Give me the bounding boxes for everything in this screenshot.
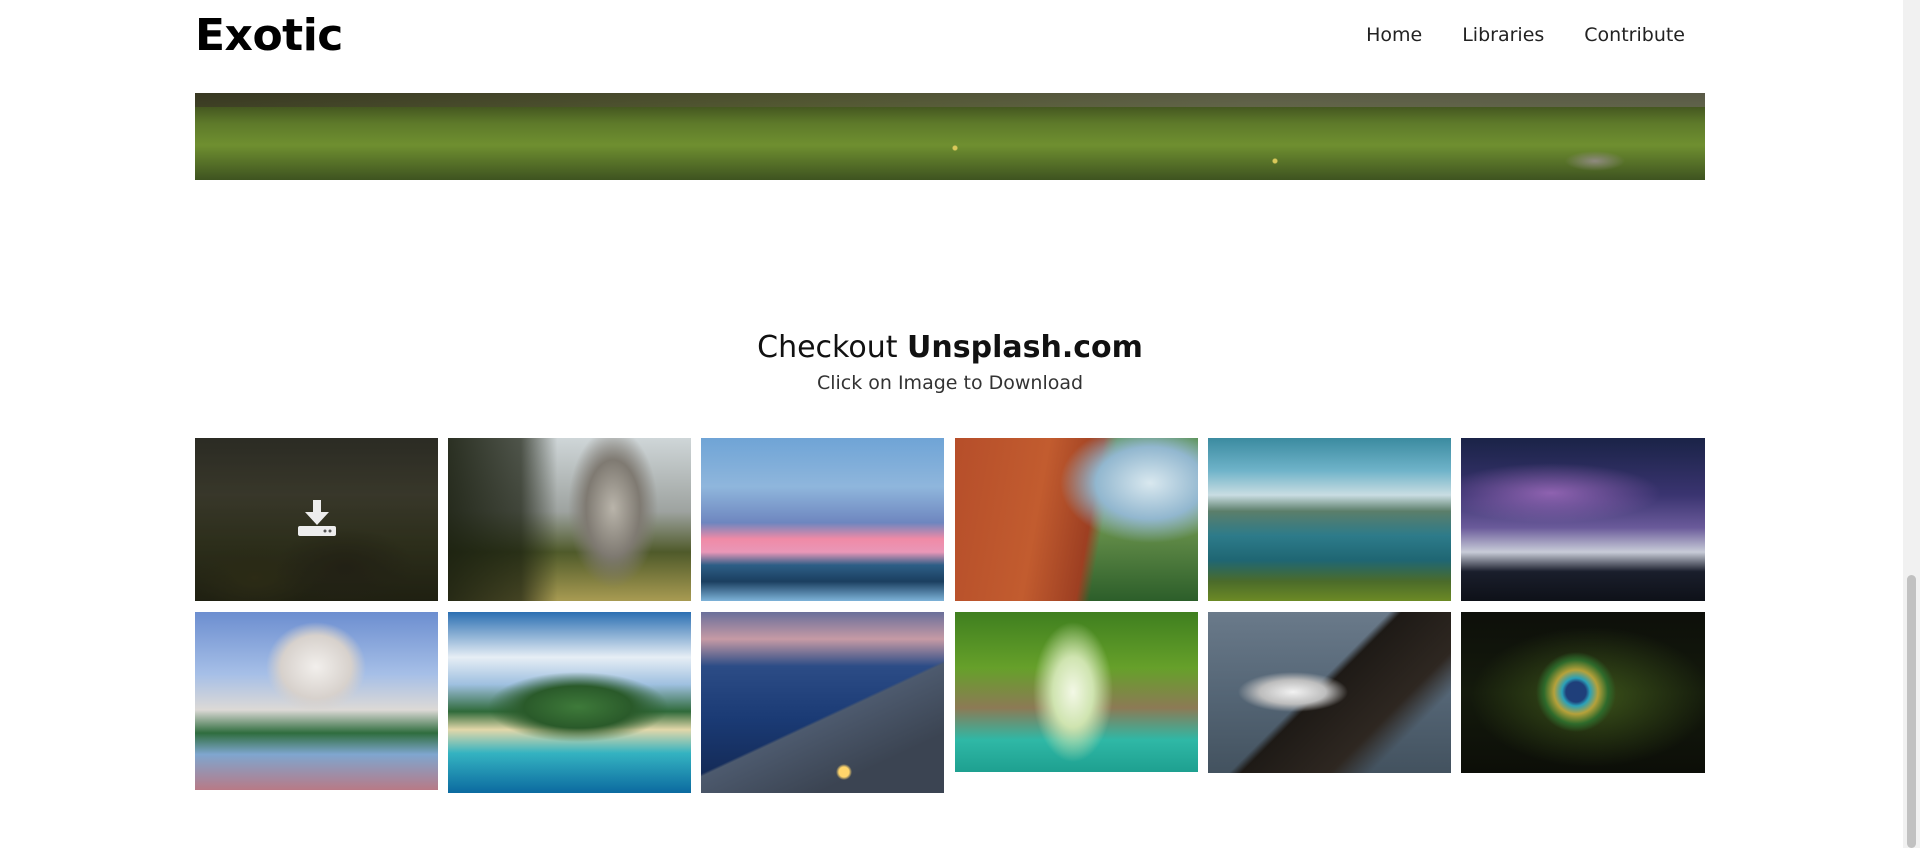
gallery-image-pine-cliff[interactable]	[448, 438, 691, 601]
gallery-image-dusk-seascape[interactable]	[701, 612, 944, 793]
gallery-image-peacock-feather[interactable]	[1461, 612, 1705, 773]
section-subtitle: Click on Image to Download	[816, 372, 1084, 394]
main-nav: Home Libraries Contribute	[1366, 24, 1685, 46]
gallery-image-jungle-lagoon[interactable]	[955, 612, 1198, 772]
section-title: Checkout Unsplash.com	[0, 330, 1900, 365]
hero-image	[195, 93, 1705, 180]
page-scrollbar[interactable]	[1903, 0, 1920, 848]
download-icon[interactable]	[295, 498, 339, 542]
nav-contribute[interactable]: Contribute	[1584, 24, 1685, 46]
section-title-prefix: Checkout	[757, 330, 898, 365]
scrollbar-thumb[interactable]	[1907, 575, 1916, 848]
section-title-brand: Unsplash.com	[907, 330, 1143, 365]
gallery-image-sunset-beach[interactable]	[701, 438, 944, 601]
gallery-image-tropical-island[interactable]	[448, 612, 691, 793]
gallery-image-milky-way-mountains[interactable]	[1461, 438, 1705, 601]
gallery-image-red-canyon-waterfall[interactable]	[955, 438, 1198, 601]
gallery-image-eagle[interactable]	[1208, 612, 1451, 773]
gallery-image-lake-island[interactable]	[1208, 438, 1451, 601]
gallery-image-taj-mahal[interactable]	[195, 612, 438, 790]
nav-libraries[interactable]: Libraries	[1462, 24, 1544, 46]
page: Exotic Home Libraries Contribute Checkou…	[0, 0, 1920, 848]
gallery-image-misty-valley[interactable]	[195, 438, 438, 601]
site-logo[interactable]: Exotic	[195, 10, 343, 61]
nav-home[interactable]: Home	[1366, 24, 1422, 46]
